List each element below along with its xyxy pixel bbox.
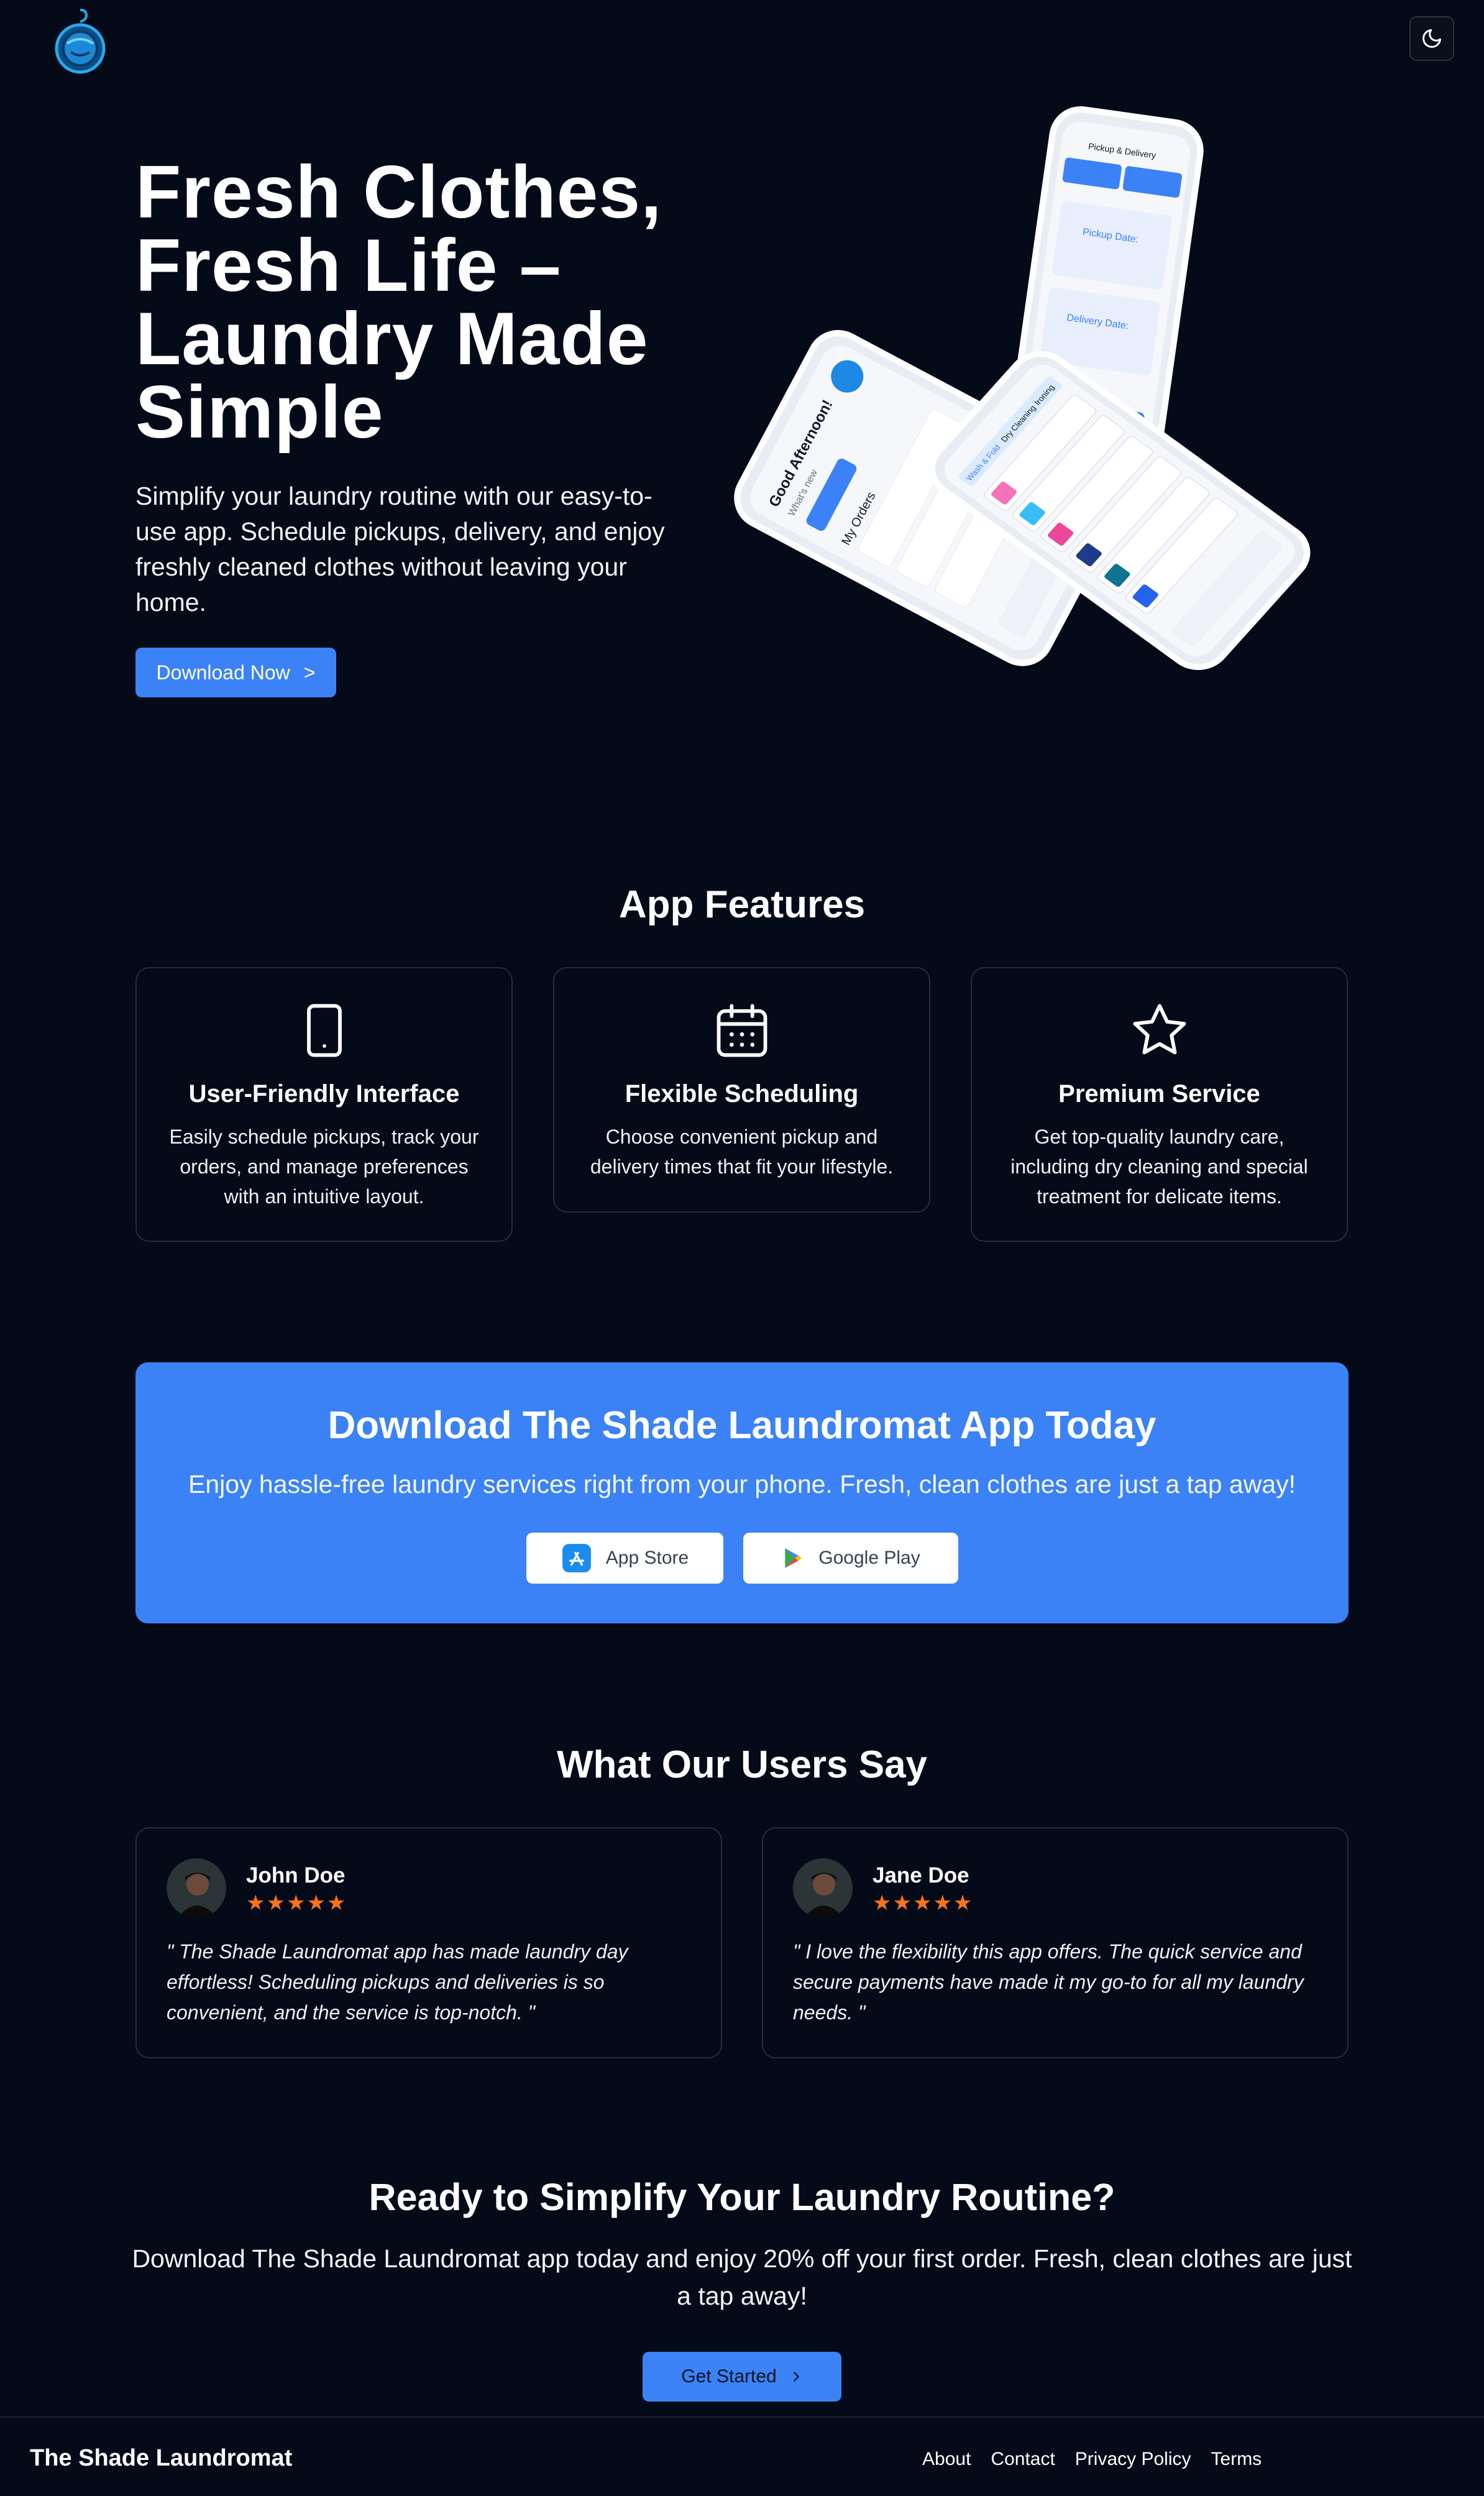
google-play-button[interactable]: Google Play (743, 1533, 958, 1584)
download-now-button[interactable]: Download Now > (135, 648, 336, 697)
feature-description: Choose convenient pickup and delivery ti… (590, 1126, 894, 1178)
tablet-icon (306, 1004, 342, 1057)
google-play-label: Google Play (818, 1548, 920, 1568)
phone-mockups-image: Good Afternoon! What's new My Orders Pic… (708, 99, 1317, 752)
feature-title: User-Friendly Interface (188, 1080, 460, 1108)
download-subtitle: Enjoy hassle-free laundry services right… (188, 1470, 1296, 1498)
footer-links: About Contact Privacy Policy Terms (922, 2449, 1262, 2470)
footer-link-about[interactable]: About (922, 2449, 971, 2470)
star-icon (1133, 1004, 1186, 1055)
footer-brand: The Shade Laundromat (30, 2445, 293, 2471)
google-play-icon (785, 1548, 802, 1568)
avatar (167, 1858, 226, 1918)
testimonials-title: What Our Users Say (556, 1743, 928, 1786)
app-store-button[interactable]: App Store (526, 1533, 723, 1584)
testimonial-quote: " The Shade Laundromat app has made laun… (167, 1940, 628, 2024)
app-store-label: App Store (605, 1548, 689, 1568)
feature-title: Premium Service (1058, 1080, 1260, 1108)
footer: The Shade Laundromat About Contact Priva… (0, 2416, 1484, 2496)
download-banner: Download The Shade Laundromat App Today … (135, 1362, 1349, 1623)
hero-title-line: Fresh Clothes, (135, 150, 662, 234)
star-rating-icon: ★★★★★ (246, 1891, 347, 1915)
feature-title: Flexible Scheduling (625, 1080, 859, 1108)
testimonial-quote: " I love the flexibility this app offers… (793, 1940, 1304, 2024)
feature-card: User-Friendly Interface Easily schedule … (135, 967, 513, 1242)
download-title: Download The Shade Laundromat App Today (327, 1404, 1157, 1447)
get-started-button[interactable]: Get Started (643, 2352, 841, 2402)
logo[interactable] (48, 5, 112, 75)
feature-description: Get top-quality laundry care, including … (1010, 1126, 1308, 1208)
cta-title: Ready to Simplify Your Laundry Routine? (369, 2176, 1115, 2218)
cta-subtitle: Download The Shade Laundromat app today … (132, 2244, 1352, 2310)
download-now-label: Download Now (156, 661, 290, 684)
hero-title-line: Fresh Life – (135, 224, 562, 307)
hero-title: Fresh Clothes, Fresh Life – Laundry Made… (135, 155, 695, 449)
footer-link-privacy[interactable]: Privacy Policy (1075, 2449, 1191, 2470)
hero-title-line: Laundry Made (135, 297, 649, 380)
footer-link-contact[interactable]: Contact (991, 2449, 1055, 2470)
testimonial-name: John Doe (246, 1863, 346, 1888)
moon-icon (1422, 29, 1441, 48)
hero-title-line: Simple (135, 370, 384, 454)
chevron-right-icon: > (303, 661, 316, 684)
testimonial-card: John Doe ★★★★★ " The Shade Laundromat ap… (135, 1827, 722, 2058)
footer-link-terms[interactable]: Terms (1211, 2449, 1262, 2470)
feature-description: Easily schedule pickups, track your orde… (169, 1126, 479, 1208)
laundromat-logo-icon (55, 9, 106, 74)
features-title: App Features (618, 883, 866, 926)
chevron-right-icon (793, 2372, 799, 2382)
testimonial-name: Jane Doe (873, 1863, 969, 1888)
testimonial-card: Jane Doe ★★★★★ " I love the flexibility … (762, 1827, 1349, 2058)
theme-toggle-button[interactable] (1409, 16, 1454, 61)
feature-card: Premium Service Get top-quality laundry … (971, 967, 1348, 1242)
star-rating-icon: ★★★★★ (873, 1891, 974, 1915)
feature-card: Flexible Scheduling Choose convenient pi… (553, 967, 930, 1213)
calendar-icon (717, 1004, 767, 1057)
app-store-icon (562, 1544, 591, 1572)
avatar (793, 1858, 853, 1918)
hero-subtitle: Simplify your laundry routine with our e… (135, 482, 665, 617)
get-started-label: Get Started (681, 2366, 777, 2387)
